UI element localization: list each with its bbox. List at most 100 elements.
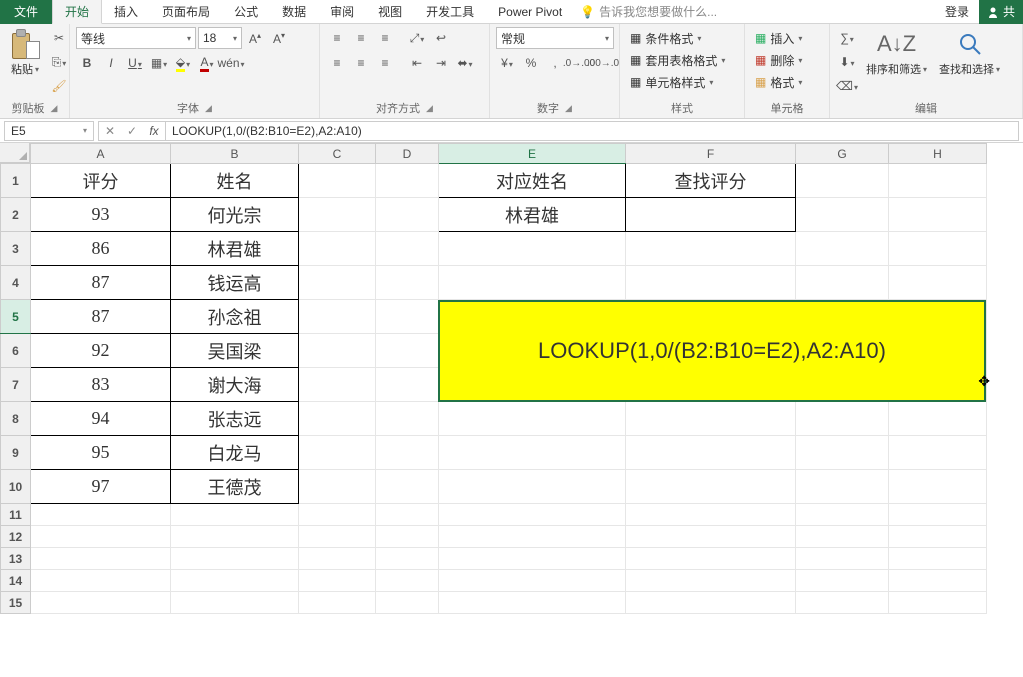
cell-D12[interactable] xyxy=(376,526,439,548)
cell-D13[interactable] xyxy=(376,548,439,570)
cell-H11[interactable] xyxy=(889,504,987,526)
cell-G15[interactable] xyxy=(796,592,889,614)
align-left-button[interactable]: ≡ xyxy=(326,52,348,74)
cell-A15[interactable] xyxy=(31,592,171,614)
decrease-indent-button[interactable]: ⇤ xyxy=(406,52,428,74)
rowhdr-8[interactable]: 8 xyxy=(1,402,31,436)
cell-H9[interactable] xyxy=(889,436,987,470)
bold-button[interactable]: B xyxy=(76,52,98,74)
cell-A6[interactable]: 92 xyxy=(31,334,171,368)
border-button[interactable]: ▦ xyxy=(148,52,170,74)
tab-home[interactable]: 开始 xyxy=(52,0,102,24)
font-color-button[interactable]: A xyxy=(196,52,218,74)
cell-B1[interactable]: 姓名 xyxy=(171,164,299,198)
col-B[interactable]: B xyxy=(171,144,299,164)
cell-D10[interactable] xyxy=(376,470,439,504)
cell-F8[interactable] xyxy=(626,402,796,436)
cell-E13[interactable] xyxy=(439,548,626,570)
tell-me[interactable]: 💡 告诉我您想要做什么... xyxy=(580,3,717,20)
cell-B3[interactable]: 林君雄 xyxy=(171,232,299,266)
underline-button[interactable]: U xyxy=(124,52,146,74)
tab-layout[interactable]: 页面布局 xyxy=(150,0,222,24)
rowhdr-4[interactable]: 4 xyxy=(1,266,31,300)
rowhdr-3[interactable]: 3 xyxy=(1,232,31,266)
formula-input[interactable]: LOOKUP(1,0/(B2:B10=E2),A2:A10) xyxy=(166,121,1019,141)
clipboard-launcher[interactable]: ◢ xyxy=(51,103,58,114)
cell-H3[interactable] xyxy=(889,232,987,266)
font-size-select[interactable]: 18▾ xyxy=(198,27,242,49)
cell-F12[interactable] xyxy=(626,526,796,548)
cell-B2[interactable]: 何光宗 xyxy=(171,198,299,232)
cell-E11[interactable] xyxy=(439,504,626,526)
cell-B5[interactable]: 孙念祖 xyxy=(171,300,299,334)
number-format-select[interactable]: 常规▾ xyxy=(496,27,614,49)
rowhdr-14[interactable]: 14 xyxy=(1,570,31,592)
cell-G9[interactable] xyxy=(796,436,889,470)
col-D[interactable]: D xyxy=(376,144,439,164)
cell-A8[interactable]: 94 xyxy=(31,402,171,436)
cell-H12[interactable] xyxy=(889,526,987,548)
clear-button[interactable]: ⌫ xyxy=(836,75,858,97)
align-middle-button[interactable]: ≡ xyxy=(350,27,372,49)
cell-C7[interactable] xyxy=(299,368,376,402)
cell-F10[interactable] xyxy=(626,470,796,504)
cell-D3[interactable] xyxy=(376,232,439,266)
fill-color-button[interactable]: ⬙ xyxy=(172,52,194,74)
cell-C5[interactable] xyxy=(299,300,376,334)
cell-D5[interactable] xyxy=(376,300,439,334)
cell-E14[interactable] xyxy=(439,570,626,592)
cell-H10[interactable] xyxy=(889,470,987,504)
rowhdr-13[interactable]: 13 xyxy=(1,548,31,570)
cell-A10[interactable]: 97 xyxy=(31,470,171,504)
col-C[interactable]: C xyxy=(299,144,376,164)
tab-formulas[interactable]: 公式 xyxy=(222,0,270,24)
cell-C12[interactable] xyxy=(299,526,376,548)
cell-A2[interactable]: 93 xyxy=(31,198,171,232)
orientation-button[interactable]: ⤢ xyxy=(406,27,428,49)
fill-button[interactable]: ⬇ xyxy=(836,51,858,73)
cell-B14[interactable] xyxy=(171,570,299,592)
cell-F9[interactable] xyxy=(626,436,796,470)
align-center-button[interactable]: ≡ xyxy=(350,52,372,74)
cell-C6[interactable] xyxy=(299,334,376,368)
cell-G14[interactable] xyxy=(796,570,889,592)
wrap-text-button[interactable]: ↩ xyxy=(430,27,452,49)
cell-H14[interactable] xyxy=(889,570,987,592)
rowhdr-2[interactable]: 2 xyxy=(1,198,31,232)
cell-B9[interactable]: 白龙马 xyxy=(171,436,299,470)
cell-C3[interactable] xyxy=(299,232,376,266)
cell-C9[interactable] xyxy=(299,436,376,470)
autosum-button[interactable]: ∑ xyxy=(836,27,858,49)
tab-data[interactable]: 数据 xyxy=(270,0,318,24)
cell-B8[interactable]: 张志远 xyxy=(171,402,299,436)
cell-B4[interactable]: 钱运高 xyxy=(171,266,299,300)
cell-G11[interactable] xyxy=(796,504,889,526)
col-A[interactable]: A xyxy=(31,144,171,164)
sort-filter-button[interactable]: A↓Z 排序和筛选 xyxy=(862,27,931,79)
tab-dev[interactable]: 开发工具 xyxy=(414,0,486,24)
cell-H1[interactable] xyxy=(889,164,987,198)
cut-button[interactable]: ✂ xyxy=(48,27,70,49)
cell-A3[interactable]: 86 xyxy=(31,232,171,266)
name-box[interactable]: E5▾ xyxy=(4,121,94,141)
select-all-corner[interactable] xyxy=(0,143,30,163)
conditional-format-button[interactable]: ▦条件格式▾ xyxy=(626,27,705,49)
rowhdr-9[interactable]: 9 xyxy=(1,436,31,470)
cell-D9[interactable] xyxy=(376,436,439,470)
cell-E4[interactable] xyxy=(439,266,626,300)
format-painter-button[interactable]: 🖌 xyxy=(48,75,70,97)
rowhdr-1[interactable]: 1 xyxy=(1,164,31,198)
cell-H4[interactable] xyxy=(889,266,987,300)
cell-H13[interactable] xyxy=(889,548,987,570)
cell-B7[interactable]: 谢大海 xyxy=(171,368,299,402)
cell-H15[interactable] xyxy=(889,592,987,614)
cell-G3[interactable] xyxy=(796,232,889,266)
spreadsheet-grid[interactable]: A B C D E F G H 1 评分 姓名 对应姓名 查找评分 2 93 何… xyxy=(0,143,1023,614)
cell-A13[interactable] xyxy=(31,548,171,570)
cell-B13[interactable] xyxy=(171,548,299,570)
cell-B10[interactable]: 王德茂 xyxy=(171,470,299,504)
cell-B15[interactable] xyxy=(171,592,299,614)
cell-G8[interactable] xyxy=(796,402,889,436)
cell-G12[interactable] xyxy=(796,526,889,548)
cell-G2[interactable] xyxy=(796,198,889,232)
